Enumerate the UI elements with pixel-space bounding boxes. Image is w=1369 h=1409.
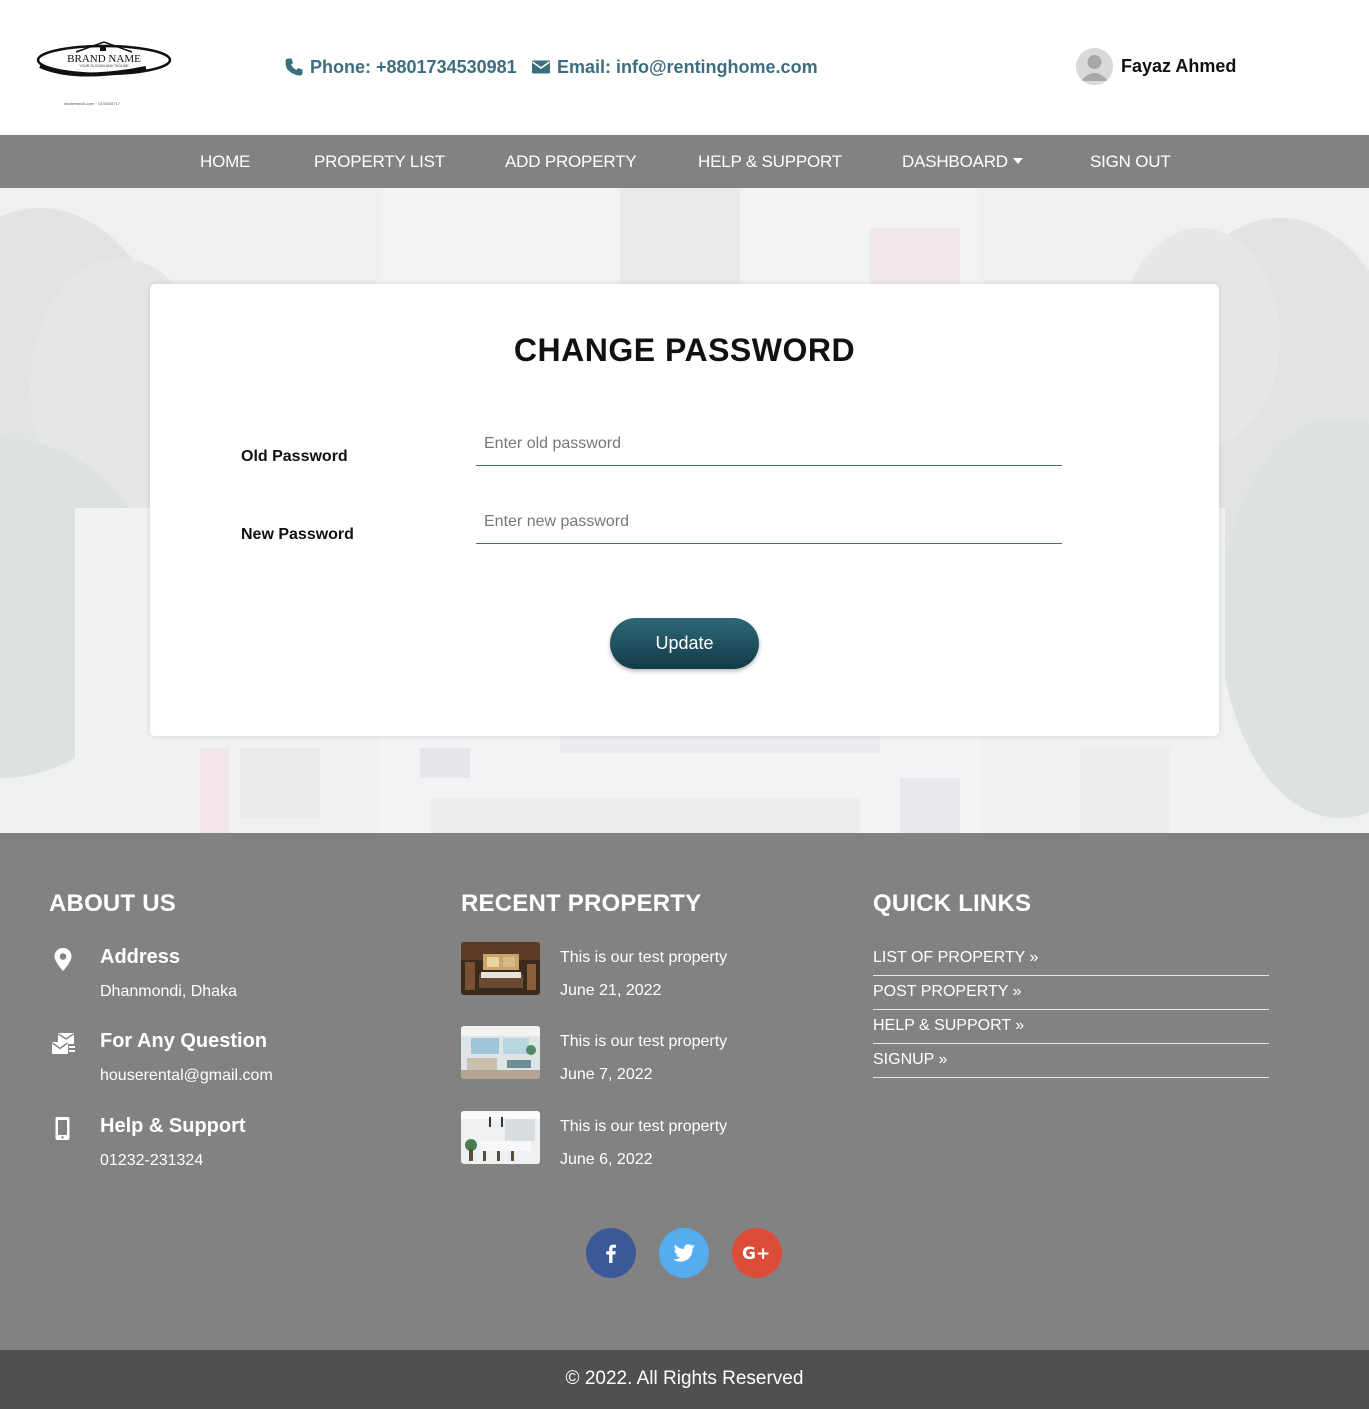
quick-link-help-support[interactable]: HELP & SUPPORT » <box>873 1010 1269 1044</box>
twitter-icon <box>673 1244 695 1262</box>
nav-add-property[interactable]: ADD PROPERTY <box>505 135 637 188</box>
bedroom-photo-icon <box>461 942 540 995</box>
location-pin-icon <box>54 948 72 971</box>
quick-link-post-property[interactable]: POST PROPERTY » <box>873 976 1269 1010</box>
copyright-bar: © 2022. All Rights Reserved <box>0 1350 1369 1409</box>
update-button[interactable]: Update <box>610 618 759 669</box>
about-us-title: ABOUT US <box>49 890 176 917</box>
recent-property-date: June 7, 2022 <box>560 1066 653 1083</box>
change-password-card: CHANGE PASSWORD Old Password New Passwor… <box>150 284 1219 736</box>
user-name: Fayaz Ahmed <box>1121 56 1237 76</box>
top-header: BRAND NAME YOUR SLOGAN AND TAGLINE shutt… <box>0 0 1369 135</box>
copyright-text: © 2022. All Rights Reserved <box>565 1368 804 1389</box>
recent-property-title-text: This is our test property <box>560 1033 728 1050</box>
user-silhouette-icon <box>1076 48 1113 85</box>
header-phone[interactable]: Phone: +8801734530981 <box>284 55 517 79</box>
recent-property-title: RECENT PROPERTY <box>461 890 702 917</box>
new-password-label: New Password <box>241 526 354 543</box>
recent-property-item[interactable]: This is our test property June 6, 2022 <box>461 1111 821 1168</box>
property-thumbnail <box>461 942 540 995</box>
about-question-value[interactable]: houserental@gmail.com <box>100 1067 273 1085</box>
recent-property-date: June 21, 2022 <box>560 982 662 999</box>
avatar <box>1076 48 1113 85</box>
brand-logo[interactable]: BRAND NAME YOUR SLOGAN AND TAGLINE shutt… <box>36 38 176 110</box>
quick-link-list-of-property[interactable]: LIST OF PROPERTY » <box>873 942 1269 976</box>
about-address-heading: Address <box>100 946 181 968</box>
main-nav: HOME PROPERTY LIST ADD PROPERTY HELP & S… <box>0 135 1369 188</box>
old-password-label: Old Password <box>241 448 348 465</box>
twitter-button[interactable] <box>659 1228 709 1278</box>
logo-watermark: shutterstock.com · 1578335717 <box>64 101 121 106</box>
google-plus-button[interactable]: G+ <box>732 1228 782 1278</box>
phone-icon <box>285 58 303 76</box>
nav-dashboard-dropdown[interactable]: DASHBOARD <box>902 135 1023 188</box>
phone-text: Phone: +8801734530981 <box>310 56 517 77</box>
recent-property-date: June 6, 2022 <box>560 1151 653 1168</box>
new-password-input[interactable] <box>476 500 1062 544</box>
google-plus-icon: G+ <box>742 1244 770 1264</box>
page-title: CHANGE PASSWORD <box>513 332 856 368</box>
svg-text:G+: G+ <box>742 1244 770 1264</box>
nav-dashboard-label: DASHBOARD <box>902 152 1008 171</box>
mail-exchange-icon <box>52 1033 75 1054</box>
recent-property-title-text: This is our test property <box>560 949 728 966</box>
nav-help-support[interactable]: HELP & SUPPORT <box>698 135 842 188</box>
living-room-photo-icon <box>461 1026 540 1079</box>
about-question-heading: For Any Question <box>100 1030 268 1052</box>
quick-links-title: QUICK LINKS <box>873 890 1032 917</box>
about-help-heading: Help & Support <box>100 1115 246 1137</box>
facebook-icon <box>606 1244 616 1263</box>
caret-down-icon <box>1012 158 1023 164</box>
recent-property-item[interactable]: This is our test property June 7, 2022 <box>461 1026 821 1083</box>
header-email[interactable]: Email: info@rentinghome.com <box>531 55 818 79</box>
kitchen-photo-icon <box>461 1111 540 1164</box>
nav-home[interactable]: HOME <box>200 135 250 188</box>
old-password-input[interactable] <box>476 422 1062 466</box>
hero-background: CHANGE PASSWORD Old Password New Passwor… <box>0 188 1369 833</box>
property-thumbnail <box>461 1111 540 1164</box>
envelope-icon <box>532 60 550 74</box>
recent-property-title-text: This is our test property <box>560 1118 728 1135</box>
footer: ABOUT US Address Dhanmondi, Dhaka For An… <box>0 833 1369 1350</box>
brand-logo-icon: BRAND NAME YOUR SLOGAN AND TAGLINE shutt… <box>36 41 172 106</box>
nav-property-list[interactable]: PROPERTY LIST <box>314 135 445 188</box>
logo-tagline: YOUR SLOGAN AND TAGLINE <box>79 64 129 68</box>
email-text: Email: info@rentinghome.com <box>557 56 818 77</box>
quick-link-signup[interactable]: SIGNUP » <box>873 1044 1269 1078</box>
about-address-value: Dhanmondi, Dhaka <box>100 983 237 1000</box>
facebook-button[interactable] <box>586 1228 636 1278</box>
user-menu[interactable]: Fayaz Ahmed <box>1076 48 1236 85</box>
mobile-phone-icon <box>55 1117 70 1140</box>
nav-sign-out[interactable]: SIGN OUT <box>1090 135 1171 188</box>
recent-property-item[interactable]: This is our test property June 21, 2022 <box>461 942 821 999</box>
property-thumbnail <box>461 1026 540 1079</box>
about-help-value: 01232-231324 <box>100 1152 204 1169</box>
